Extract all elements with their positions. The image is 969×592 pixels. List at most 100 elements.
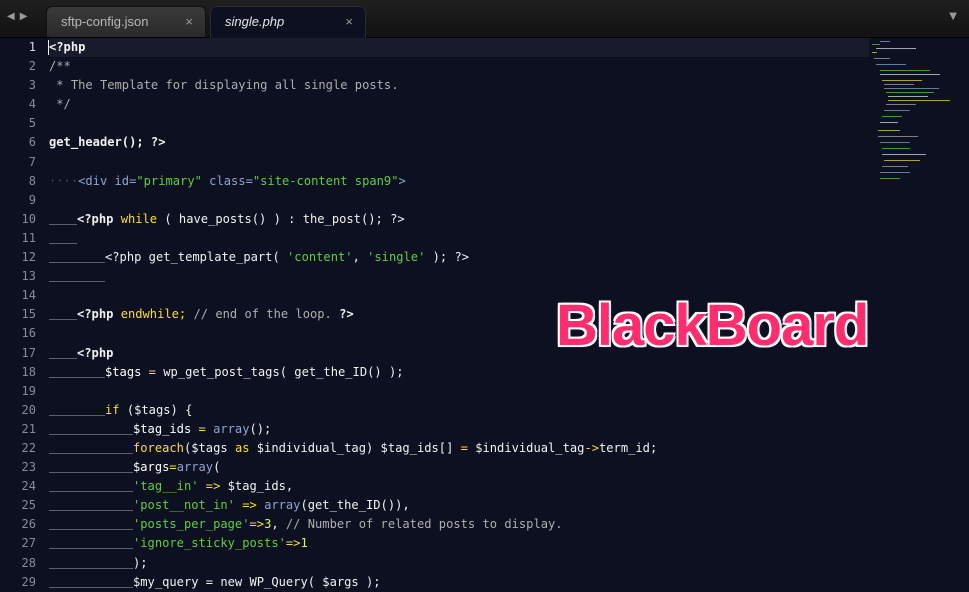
tab-menu-chevron-down-icon[interactable]: ▼ (949, 11, 957, 22)
code-token: = (169, 460, 177, 475)
indent-guide (49, 229, 77, 244)
code-token: /** (49, 59, 71, 74)
code-token: => (249, 517, 265, 532)
close-icon[interactable]: × (185, 7, 193, 36)
line-number: 3 (28, 78, 36, 93)
code-token: array (213, 421, 250, 436)
line-number: 11 (21, 230, 36, 245)
tab-single-php[interactable]: single.php × (210, 6, 366, 38)
minimap-line (876, 48, 916, 49)
code-line-29: $my_query = new WP_Query( $args ); (49, 573, 869, 592)
code-token: ?> (143, 135, 166, 150)
code-token: ); (133, 555, 148, 570)
minimap-line (880, 172, 910, 173)
code-token: 'tag__in' (133, 479, 199, 494)
line-number: 8 (28, 173, 36, 188)
minimap-line (884, 160, 920, 161)
code-line-26: 'posts_per_page'=>3, // Number of relate… (49, 515, 869, 534)
code-line-11 (49, 229, 869, 248)
code-token: while (120, 211, 158, 226)
code-token: $args (133, 460, 170, 475)
line-number: 24 (21, 479, 36, 494)
code-token: * The Template for displaying all single… (49, 78, 399, 93)
code-token: , (352, 250, 368, 265)
indent-guide (49, 344, 77, 359)
line-number: 22 (21, 440, 36, 455)
code-token: if (105, 402, 120, 417)
code-token: $individual_tag (467, 440, 585, 455)
line-number: 27 (21, 536, 36, 551)
code-token: <?php (49, 40, 86, 54)
minimap-line (882, 148, 910, 149)
code-token: $my_query = new WP_Query( $args ); (133, 574, 381, 589)
line-number-gutter: 1 2 3 4 5 6 7 8 9 10 11 12 13 14 15 16 17 18 19 20 21 22 23 24 2… (0, 38, 36, 589)
tab-back-arrow-icon[interactable]: ◀ (7, 11, 20, 22)
code-token: => (234, 498, 265, 513)
close-icon[interactable]: × (345, 7, 353, 36)
code-token: wp_get_post_tags( get_the_ID() ); (163, 364, 404, 379)
minimap-line (880, 142, 910, 143)
line-number: 12 (21, 250, 36, 265)
code-token: , (271, 517, 279, 532)
indent-guide (49, 420, 133, 435)
tab-sftp-config[interactable]: sftp-config.json × (46, 6, 206, 37)
code-line-18: $tags = wp_get_post_tags( get_the_ID() )… (49, 363, 869, 382)
code-line-10: <?php while ( have_posts() ) : the_post(… (49, 210, 869, 229)
code-token: 'posts_per_page' (133, 517, 250, 532)
code-line-25: 'post__not_in' => array(get_the_ID()), (49, 496, 869, 515)
indent-guide (49, 439, 133, 454)
line-number: 23 (21, 460, 36, 475)
code-token: endwhile; (120, 307, 187, 322)
code-token: (); (249, 421, 272, 436)
line-number: 1 (28, 40, 36, 54)
code-token: ); ?> (425, 250, 470, 265)
code-token: $individual_tag) $tag_ids[] (249, 440, 461, 455)
code-token: array (176, 460, 214, 475)
line-number: 15 (21, 307, 36, 322)
code-token: "site-content span9" (252, 173, 399, 188)
minimap-line (880, 178, 900, 179)
line-number: 16 (21, 326, 36, 341)
indent-guide (49, 363, 105, 378)
line-number: 10 (21, 211, 36, 226)
code-line-1: <?php (48, 38, 869, 58)
code-line-24: 'tag__in' => $tag_ids, (49, 477, 869, 496)
minimap[interactable] (872, 38, 962, 188)
code-token: <?php get_template_part( (105, 250, 288, 265)
code-token: 'single' (367, 250, 426, 265)
code-token: */ (49, 97, 71, 112)
theme-name-watermark: BlackBoard (556, 293, 869, 358)
code-token: ($tags) { (119, 402, 193, 417)
code-token: <div (78, 173, 115, 188)
code-line-13 (49, 267, 869, 286)
indent-guide (49, 534, 133, 550)
line-number: 29 (21, 574, 36, 589)
indent-guide (49, 554, 133, 569)
code-line-28: ); (49, 554, 869, 573)
code-line-6: get_header(); ?> (49, 133, 869, 152)
line-number: 2 (28, 59, 36, 74)
minimap-line (880, 122, 898, 123)
minimap-line (880, 74, 940, 75)
line-number: 17 (21, 345, 36, 360)
code-token: > (398, 173, 406, 188)
code-token: $tags (105, 364, 142, 379)
code-line-2: /** (49, 57, 869, 76)
minimap-line (888, 100, 950, 101)
indent-guide (49, 305, 77, 321)
line-number: 21 (21, 421, 36, 436)
tab-forward-arrow-icon[interactable]: ▶ (20, 11, 33, 22)
code-token: 'post__not_in' (133, 498, 235, 513)
code-line-12: <?php get_template_part( 'content', 'sin… (49, 248, 869, 267)
line-number: 6 (28, 135, 36, 150)
line-number: 20 (21, 402, 36, 417)
code-token: <?php (77, 307, 121, 322)
minimap-line (874, 58, 890, 59)
code-token: // Number of related posts to display. (278, 517, 563, 532)
code-line-20: if ($tags) { (49, 401, 869, 420)
minimap-line (882, 166, 908, 167)
indent-guide (49, 267, 105, 283)
code-token: $tag_ids (133, 421, 192, 436)
